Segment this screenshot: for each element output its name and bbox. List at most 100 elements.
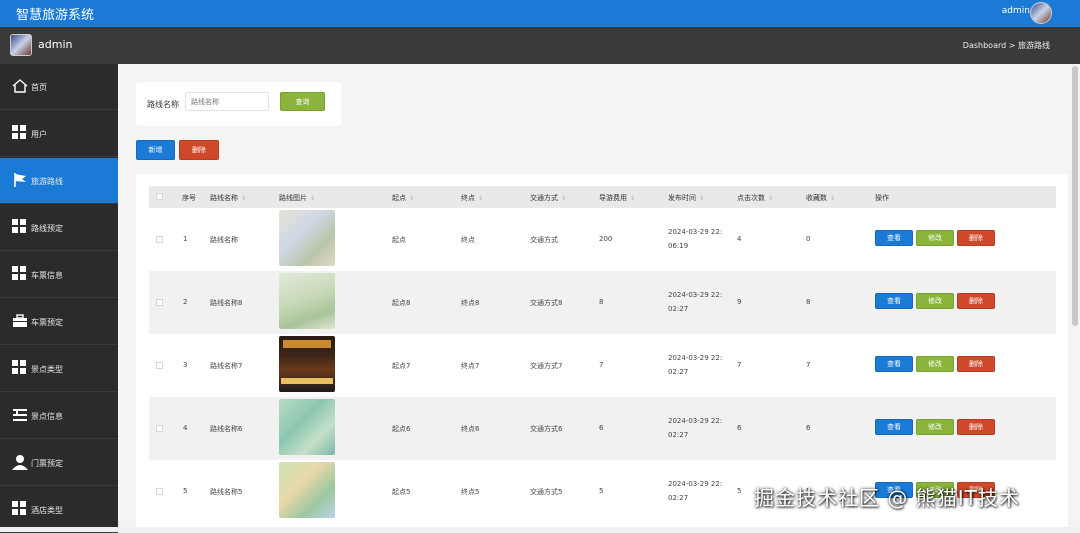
header-start[interactable]: 起点 ⇕ xyxy=(392,193,414,203)
top-avatar[interactable] xyxy=(1030,2,1052,24)
sidebar-item-ticket-booking[interactable]: 车票预定 xyxy=(0,299,118,345)
breadcrumb[interactable]: Dashboard > 旅游路线 xyxy=(963,40,1050,51)
cell-clicks: 7 xyxy=(737,361,742,369)
cell-no: 1 xyxy=(183,235,188,243)
delete-button[interactable]: 删除 xyxy=(957,356,995,372)
delete-button[interactable]: 删除 xyxy=(957,293,995,309)
header-image[interactable]: 路线图片 ⇕ xyxy=(279,193,315,203)
cell-end: 终点8 xyxy=(461,299,480,307)
header-clicks[interactable]: 点击次数 ⇕ xyxy=(737,193,773,203)
row-checkbox[interactable] xyxy=(156,488,163,495)
edit-button[interactable]: 修改 xyxy=(916,230,954,246)
table-row: 1 路线名称 起点 终点 交通方式 200 2024-03-29 22: 06:1… xyxy=(149,208,1056,271)
cell-no: 2 xyxy=(183,298,188,306)
top-bar: 智慧旅游系统 admin xyxy=(0,0,1080,27)
grid-icon xyxy=(12,125,28,141)
edit-button[interactable]: 修改 xyxy=(916,293,954,309)
cell-no: 3 xyxy=(183,361,188,369)
home-icon xyxy=(12,78,28,94)
edit-button[interactable]: 修改 xyxy=(916,356,954,372)
header-actions: 操作 xyxy=(875,194,889,202)
sidebar-item-label: 景点信息 xyxy=(31,412,63,421)
view-button[interactable]: 查看 xyxy=(875,230,913,246)
sidebar-item-routes[interactable]: 旅游路线 xyxy=(0,158,118,204)
search-button[interactable]: 查询 xyxy=(280,92,325,111)
sort-icon[interactable]: ⇕ xyxy=(310,195,315,202)
search-label: 路线名称 xyxy=(147,100,179,109)
cell-clicks: 6 xyxy=(737,424,742,432)
sort-icon[interactable]: ⇕ xyxy=(561,195,566,202)
delete-button[interactable]: 删除 xyxy=(957,230,995,246)
cell-transport: 交通方式7 xyxy=(530,362,563,370)
row-checkbox[interactable] xyxy=(156,362,163,369)
delete-button[interactable]: 删除 xyxy=(957,419,995,435)
list-icon xyxy=(12,407,28,423)
header-name[interactable]: 路线名称 ⇕ xyxy=(210,193,246,203)
scrollbar-thumb[interactable] xyxy=(1072,66,1078,326)
cell-start: 起点6 xyxy=(392,425,411,433)
route-image[interactable] xyxy=(279,210,335,266)
sidebar-item-label: 景点类型 xyxy=(31,365,63,374)
sidebar-item-scenic-types[interactable]: 景点类型 xyxy=(0,346,118,392)
sort-icon[interactable]: ⇕ xyxy=(830,195,835,202)
table-row: 3 路线名称7 起点7 终点7 交通方式7 7 2024-03-29 22: 02… xyxy=(149,334,1056,397)
sort-icon[interactable]: ⇕ xyxy=(478,195,483,202)
sidebar-item-ticket-reservation[interactable]: 门票预定 xyxy=(0,440,118,486)
sidebar-item-label: 用户 xyxy=(31,130,47,139)
sort-icon[interactable]: ⇕ xyxy=(768,195,773,202)
cell-start: 起点7 xyxy=(392,362,411,370)
sidebar-item-scenic-info[interactable]: 景点信息 xyxy=(0,393,118,439)
briefcase-icon xyxy=(12,313,28,329)
edit-button[interactable]: 修改 xyxy=(916,419,954,435)
cell-time: 2024-03-29 22: 06:19 xyxy=(668,228,723,250)
cell-start: 起点8 xyxy=(392,299,411,307)
sidebar-item-home[interactable]: 首页 xyxy=(0,64,118,110)
brand-name: admin xyxy=(38,38,73,51)
cell-start: 起点5 xyxy=(392,488,411,496)
cell-transport: 交通方式6 xyxy=(530,425,563,433)
header-favs[interactable]: 收藏数 ⇕ xyxy=(806,193,835,203)
route-image[interactable] xyxy=(279,399,335,455)
header-end[interactable]: 终点 ⇕ xyxy=(461,193,483,203)
header-fee[interactable]: 导游费用 ⇕ xyxy=(599,193,635,203)
table-row: 4 路线名称6 起点6 终点6 交通方式6 6 2024-03-29 22: 02… xyxy=(149,397,1056,460)
cell-start: 起点 xyxy=(392,236,406,244)
header-time[interactable]: 发布时间 ⇕ xyxy=(668,193,704,203)
cell-fee: 5 xyxy=(599,487,604,495)
view-button[interactable]: 查看 xyxy=(875,419,913,435)
sort-icon[interactable]: ⇕ xyxy=(241,195,246,202)
sort-icon[interactable]: ⇕ xyxy=(630,195,635,202)
cell-name: 路线名称6 xyxy=(210,425,243,433)
sidebar-item-label: 门票预定 xyxy=(31,459,63,468)
sidebar-item-label: 车票信息 xyxy=(31,271,63,280)
sort-icon[interactable]: ⇕ xyxy=(409,195,414,202)
route-image[interactable] xyxy=(279,336,335,392)
sidebar-item-route-booking[interactable]: 路线预定 xyxy=(0,205,118,251)
table-header: 序号 路线名称 ⇕ 路线图片 ⇕ 起点 ⇕ 终点 ⇕ 交通方式 ⇕ 导游费用 ⇕ 发布时间 ⇕… xyxy=(149,186,1056,208)
cell-clicks: 5 xyxy=(737,487,742,495)
sidebar-item-tickets[interactable]: 车票信息 xyxy=(0,252,118,298)
cell-favs: 8 xyxy=(806,298,811,306)
cell-favs: 7 xyxy=(806,361,811,369)
row-checkbox[interactable] xyxy=(156,236,163,243)
route-image[interactable] xyxy=(279,462,335,518)
view-button[interactable]: 查看 xyxy=(875,293,913,309)
page-scrollbar[interactable] xyxy=(1070,64,1080,527)
sort-icon[interactable]: ⇕ xyxy=(699,195,704,202)
sidebar-item-users[interactable]: 用户 xyxy=(0,111,118,157)
select-all-checkbox[interactable] xyxy=(156,193,163,200)
cell-end: 终点5 xyxy=(461,488,480,496)
view-button[interactable]: 查看 xyxy=(875,356,913,372)
add-button[interactable]: 新增 xyxy=(136,140,175,160)
route-image[interactable] xyxy=(279,273,335,329)
bulk-delete-button[interactable]: 删除 xyxy=(179,140,219,160)
row-checkbox[interactable] xyxy=(156,299,163,306)
header-no: 序号 xyxy=(182,194,196,202)
row-checkbox[interactable] xyxy=(156,425,163,432)
top-user-name[interactable]: admin xyxy=(1002,6,1030,16)
cell-no: 4 xyxy=(183,424,188,432)
sidebar-item-hotel-types[interactable]: 酒店类型 xyxy=(0,487,118,533)
search-input[interactable] xyxy=(185,92,269,111)
header-transport[interactable]: 交通方式 ⇕ xyxy=(530,193,566,203)
sidebar-item-label: 车票预定 xyxy=(31,318,63,327)
